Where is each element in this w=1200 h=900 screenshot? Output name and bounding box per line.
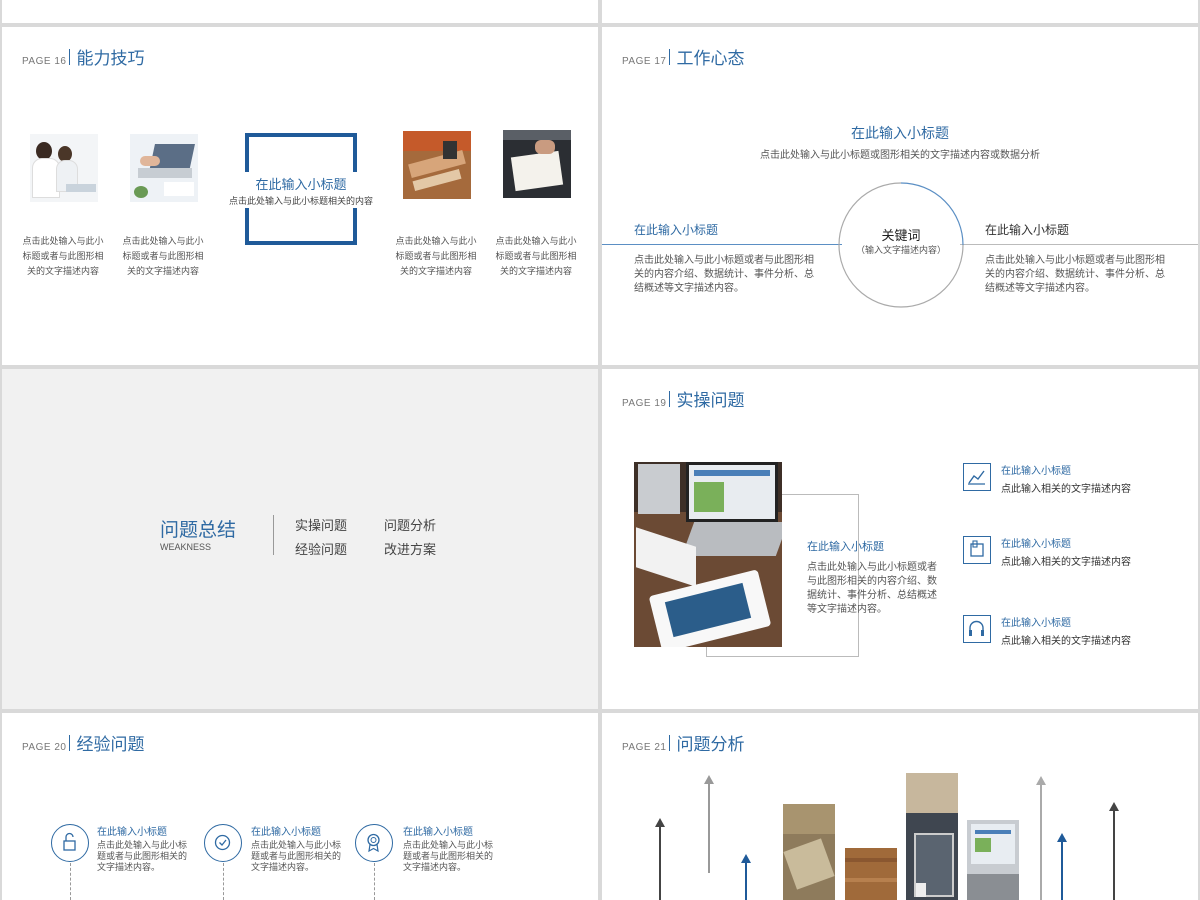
page-header: PAGE 17 工作心态	[622, 44, 744, 69]
header-divider	[669, 734, 671, 751]
page-title: 问题分析	[676, 735, 745, 755]
slide-15-partial-right[interactable]	[602, 0, 1198, 23]
timeline-dash	[374, 863, 375, 900]
slide-16[interactable]: PAGE 16 能力技巧 在此输入小标题 点击此处输入与此小标题相关的内容 点击…	[2, 27, 598, 365]
timeline-dash	[223, 863, 224, 900]
item-title: 在此输入小标题	[1001, 466, 1071, 477]
page-header: PAGE 21 问题分析	[622, 730, 744, 755]
item-description: 点击此处输入与此小标题或者与此图形相关的文字描述内容。	[251, 841, 342, 873]
slide-18[interactable]: 问题总结 WEAKNESS 实操问题 问题分析 经验问题 改进方案	[2, 369, 598, 709]
arrow-gray	[704, 775, 714, 873]
photo-laptop-typing	[130, 134, 198, 202]
right-subtitle: 在此输入小标题	[985, 223, 1070, 237]
award-icon	[355, 824, 393, 862]
photo-notebook-writing	[503, 130, 571, 198]
left-description: 点击此处输入与此小标题或者与此图形相关的内容介绍、数据统计、事件分析、总结概述等…	[634, 255, 814, 294]
slide-19[interactable]: PAGE 19 实操问题 在此输入小标题 点击此处输入与此小标题或者与此图形相关…	[602, 369, 1198, 709]
item-description: 点此输入相关的文字描述内容	[1001, 484, 1131, 495]
photo-office-women	[30, 134, 98, 202]
center-description: 点击此处输入与此小标题相关的内容	[228, 197, 373, 207]
section-item[interactable]: 实操问题	[295, 515, 347, 534]
item-title: 在此输入小标题	[1001, 618, 1071, 629]
photo-book	[783, 804, 835, 900]
page-number: PAGE 17	[622, 56, 667, 67]
arrow-gray	[1036, 776, 1046, 900]
slide-21[interactable]: PAGE 21 问题分析	[602, 713, 1198, 900]
phone-icon	[963, 536, 991, 564]
slide-20[interactable]: PAGE 20 经验问题 在此输入小标题 点击此处输入与此小标题或者与此图形相关…	[2, 713, 598, 900]
mid-subtitle: 在此输入小标题	[807, 540, 884, 553]
page-title: 能力技巧	[76, 49, 145, 69]
arrow-dark	[655, 818, 665, 900]
arrow-blue	[1057, 833, 1067, 900]
header-divider	[69, 734, 71, 751]
page-number: PAGE 21	[622, 742, 667, 753]
center-subtitle: 在此输入小标题	[255, 178, 347, 193]
header-divider	[669, 48, 671, 65]
right-gray-line	[960, 244, 1198, 245]
slide-17[interactable]: PAGE 17 工作心态 在此输入小标题 点击此处输入与此小标题或图形相关的文字…	[602, 27, 1198, 365]
arrow-dark	[1109, 802, 1119, 900]
item-title: 在此输入小标题	[251, 827, 321, 838]
page-number: PAGE 16	[22, 56, 67, 67]
top-subtitle: 在此输入小标题	[851, 126, 949, 142]
item-title: 在此输入小标题	[403, 827, 473, 838]
page-number: PAGE 19	[622, 398, 667, 409]
right-description: 点击此处输入与此小标题或者与此图形相关的内容介绍、数据统计、事件分析、总结概述等…	[985, 255, 1165, 294]
item-title: 在此输入小标题	[97, 827, 167, 838]
section-subtitle: WEAKNESS	[160, 542, 212, 552]
page-header: PAGE 16 能力技巧	[22, 44, 144, 69]
item-description: 点击此处输入与此小标题或者与此图形相关的文字描述内容。	[97, 841, 188, 873]
page-header: PAGE 19 实操问题	[622, 386, 744, 411]
page-title: 工作心态	[676, 49, 745, 69]
item-description: 点此输入相关的文字描述内容	[1001, 557, 1131, 568]
photo-devices	[634, 462, 782, 647]
item-title: 在此输入小标题	[1001, 539, 1071, 550]
section-item[interactable]: 问题分析	[384, 515, 436, 534]
timeline-dash	[70, 863, 71, 900]
keyword-label: 关键词	[881, 229, 921, 244]
photo-desk-wood	[403, 131, 471, 199]
caption-3: 点击此处输入与此小标题或者与此图形相关的文字描述内容	[395, 237, 477, 277]
check-circle-icon	[204, 824, 242, 862]
left-subtitle: 在此输入小标题	[634, 223, 719, 237]
item-description: 点此输入相关的文字描述内容	[1001, 636, 1131, 647]
page-title: 实操问题	[676, 391, 745, 411]
top-description: 点击此处输入与此小标题或图形相关的文字描述内容或数据分析	[760, 150, 1040, 161]
arrow-blue	[741, 854, 751, 900]
caption-2: 点击此处输入与此小标题或者与此图形相关的文字描述内容	[122, 237, 204, 277]
section-title: 问题总结	[160, 519, 237, 541]
page-title: 经验问题	[76, 735, 145, 755]
slide-15-partial-left[interactable]	[2, 0, 598, 23]
page-number: PAGE 20	[22, 742, 67, 753]
keyword-sublabel: （输入文字描述内容）	[855, 246, 946, 256]
mid-description: 点击此处输入与此小标题或者与此图形相关的内容介绍、数据统计、事件分析、总结概述等…	[807, 562, 937, 615]
photo-tablet-desk	[906, 773, 958, 900]
header-divider	[69, 48, 71, 65]
headphones-icon	[963, 615, 991, 643]
line-chart-icon	[963, 463, 991, 491]
section-item[interactable]: 改进方案	[384, 539, 436, 558]
caption-1: 点击此处输入与此小标题或者与此图形相关的文字描述内容	[22, 237, 104, 277]
photo-laptop-screen	[967, 820, 1019, 900]
item-description: 点击此处输入与此小标题或者与此图形相关的文字描述内容。	[403, 841, 494, 873]
header-divider	[669, 390, 671, 407]
left-blue-line	[602, 244, 842, 245]
section-divider	[273, 515, 274, 555]
page-header: PAGE 20 经验问题	[22, 730, 144, 755]
unlock-icon	[51, 824, 89, 862]
caption-4: 点击此处输入与此小标题或者与此图形相关的文字描述内容	[495, 237, 577, 277]
section-item[interactable]: 经验问题	[295, 539, 347, 558]
photo-wood	[845, 848, 897, 900]
